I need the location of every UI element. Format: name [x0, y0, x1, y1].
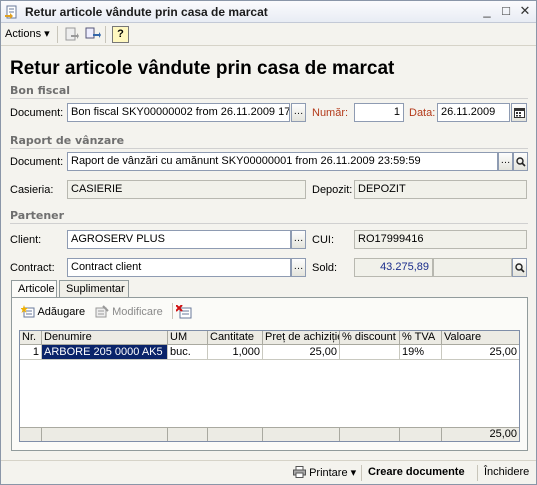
titlebar: Retur articole vândute prin casa de marc… [1, 1, 536, 23]
column-header-um[interactable]: UM [168, 331, 208, 345]
cui-field: RO17999416 [354, 230, 527, 249]
sold-open-button[interactable] [512, 258, 527, 277]
depozit-field: DEPOZIT [354, 180, 527, 199]
raport-document-label: Document: [10, 156, 64, 168]
maximize-button[interactable]: □ [498, 4, 514, 19]
casieria-label: Casieria: [10, 184, 54, 196]
printare-label: Printare ▾ [309, 467, 357, 479]
delete-row-icon [175, 304, 192, 319]
magnifier-icon [515, 157, 526, 167]
edit-article-button[interactable]: Modificare [95, 305, 163, 318]
group-raport-vanzare: Raport de vânzare [10, 134, 125, 147]
data-label: Data: [409, 107, 436, 119]
column-header-pret[interactable]: Preț de achiziție [263, 331, 340, 345]
footer-cell [340, 427, 400, 441]
casieria-field: CASIERIE [67, 180, 306, 199]
group-divider [10, 148, 528, 149]
footer-total-valoare: 25,00 [442, 427, 519, 441]
tab-suplimentar[interactable]: Suplimentar [59, 280, 129, 297]
structure-icon[interactable] [84, 26, 101, 43]
column-header-cantitate[interactable]: Cantitate [208, 331, 263, 345]
calendar-icon [513, 108, 525, 118]
cell-valoare[interactable]: 25,00 [442, 345, 519, 360]
footer-cell [400, 427, 442, 441]
toolbar: Actions ▾ ? [1, 23, 536, 46]
toolbar-separator [172, 303, 173, 319]
group-divider [10, 223, 528, 224]
toolbar-separator [477, 465, 478, 481]
delete-article-button[interactable] [175, 304, 192, 322]
edit-article-label: Modificare [112, 306, 163, 318]
data-field[interactable]: 26.11.2009 [437, 103, 510, 122]
edit-row-icon [95, 305, 109, 318]
close-button[interactable]: ✕ [517, 4, 533, 19]
cell-pret[interactable]: 25,00 [263, 345, 340, 360]
cui-label: CUI: [312, 234, 334, 246]
window: Retur articole vândute prin casa de marc… [0, 0, 537, 485]
group-partener: Partener [10, 209, 65, 222]
sold-field: 43.275,89 [354, 258, 433, 277]
page-title: Retur articole vândute prin casa de marc… [10, 58, 395, 79]
raport-document-field[interactable]: Raport de vânzări cu amănunt SKY00000001… [67, 152, 498, 171]
cell-nr[interactable]: 1 [20, 345, 42, 360]
bon-document-field[interactable]: Bon fiscal SKY00000002 from 26.11.2009 1… [67, 103, 290, 122]
contract-field[interactable]: Contract client [67, 258, 291, 277]
printer-icon [293, 466, 306, 478]
contract-label: Contract: [10, 262, 55, 274]
cell-discount[interactable] [340, 345, 400, 360]
help-icon[interactable]: ? [112, 26, 129, 43]
document-icon [5, 5, 19, 19]
contract-select-button[interactable]: … [291, 258, 306, 277]
numar-field[interactable]: 1 [354, 103, 404, 122]
footer-cell [20, 427, 42, 441]
actions-menu-button[interactable]: Actions ▾ [5, 27, 50, 40]
articles-table[interactable]: Nr. Denumire UM Cantitate Preț de achizi… [19, 330, 520, 442]
group-divider [10, 98, 528, 99]
cell-denumire[interactable]: ARBORE 205 0000 AK5 [42, 345, 168, 360]
sold-label: Sold: [312, 262, 338, 274]
column-header-discount[interactable]: % discount [340, 331, 400, 345]
add-row-icon [20, 305, 35, 318]
footer-cell [42, 427, 168, 441]
cell-um[interactable]: buc. [168, 345, 208, 360]
footer-cell [208, 427, 263, 441]
magnifier-icon [514, 263, 525, 273]
client-label: Client: [10, 234, 42, 246]
add-article-button[interactable]: Adăugare [20, 305, 86, 318]
toolbar-separator [105, 26, 106, 43]
bon-document-select-button[interactable]: … [291, 103, 306, 122]
minimize-button[interactable]: _ [479, 4, 495, 19]
tab-articole[interactable]: Articole [11, 280, 57, 298]
column-header-denumire[interactable]: Denumire [42, 331, 168, 345]
creare-documente-button[interactable]: Creare documente [368, 466, 465, 478]
raport-document-select-button[interactable]: … [498, 152, 513, 171]
column-header-tva[interactable]: % TVA [400, 331, 442, 345]
numar-label: Număr: [312, 107, 349, 119]
calendar-button[interactable] [511, 103, 527, 122]
window-title: Retur articole vândute prin casa de marc… [25, 5, 268, 19]
go-to-icon[interactable] [63, 26, 80, 43]
sold-extra-field [433, 258, 512, 277]
cell-cantitate[interactable]: 1,000 [208, 345, 263, 360]
toolbar-separator [57, 26, 58, 43]
inchidere-button[interactable]: Închidere [484, 466, 529, 478]
bon-document-label: Document: [10, 107, 64, 119]
toolbar-separator [361, 465, 362, 481]
articole-panel: Adăugare Modificare Nr. Denumire UM Cant… [11, 297, 528, 451]
printare-button[interactable]: Printare ▾ [293, 466, 356, 479]
column-header-valoare[interactable]: Valoare [442, 331, 519, 345]
footer-cell [168, 427, 208, 441]
group-bon-fiscal: Bon fiscal [10, 84, 71, 97]
bottom-command-bar: Printare ▾ Creare documente Închidere [1, 460, 536, 484]
footer-cell [263, 427, 340, 441]
cell-tva[interactable]: 19% [400, 345, 442, 360]
client-field[interactable]: AGROSERV PLUS [67, 230, 291, 249]
column-header-nr[interactable]: Nr. [20, 331, 42, 345]
add-article-label: Adăugare [37, 306, 86, 318]
client-select-button[interactable]: … [291, 230, 306, 249]
depozit-label: Depozit: [312, 184, 353, 196]
raport-document-open-button[interactable] [513, 152, 528, 171]
